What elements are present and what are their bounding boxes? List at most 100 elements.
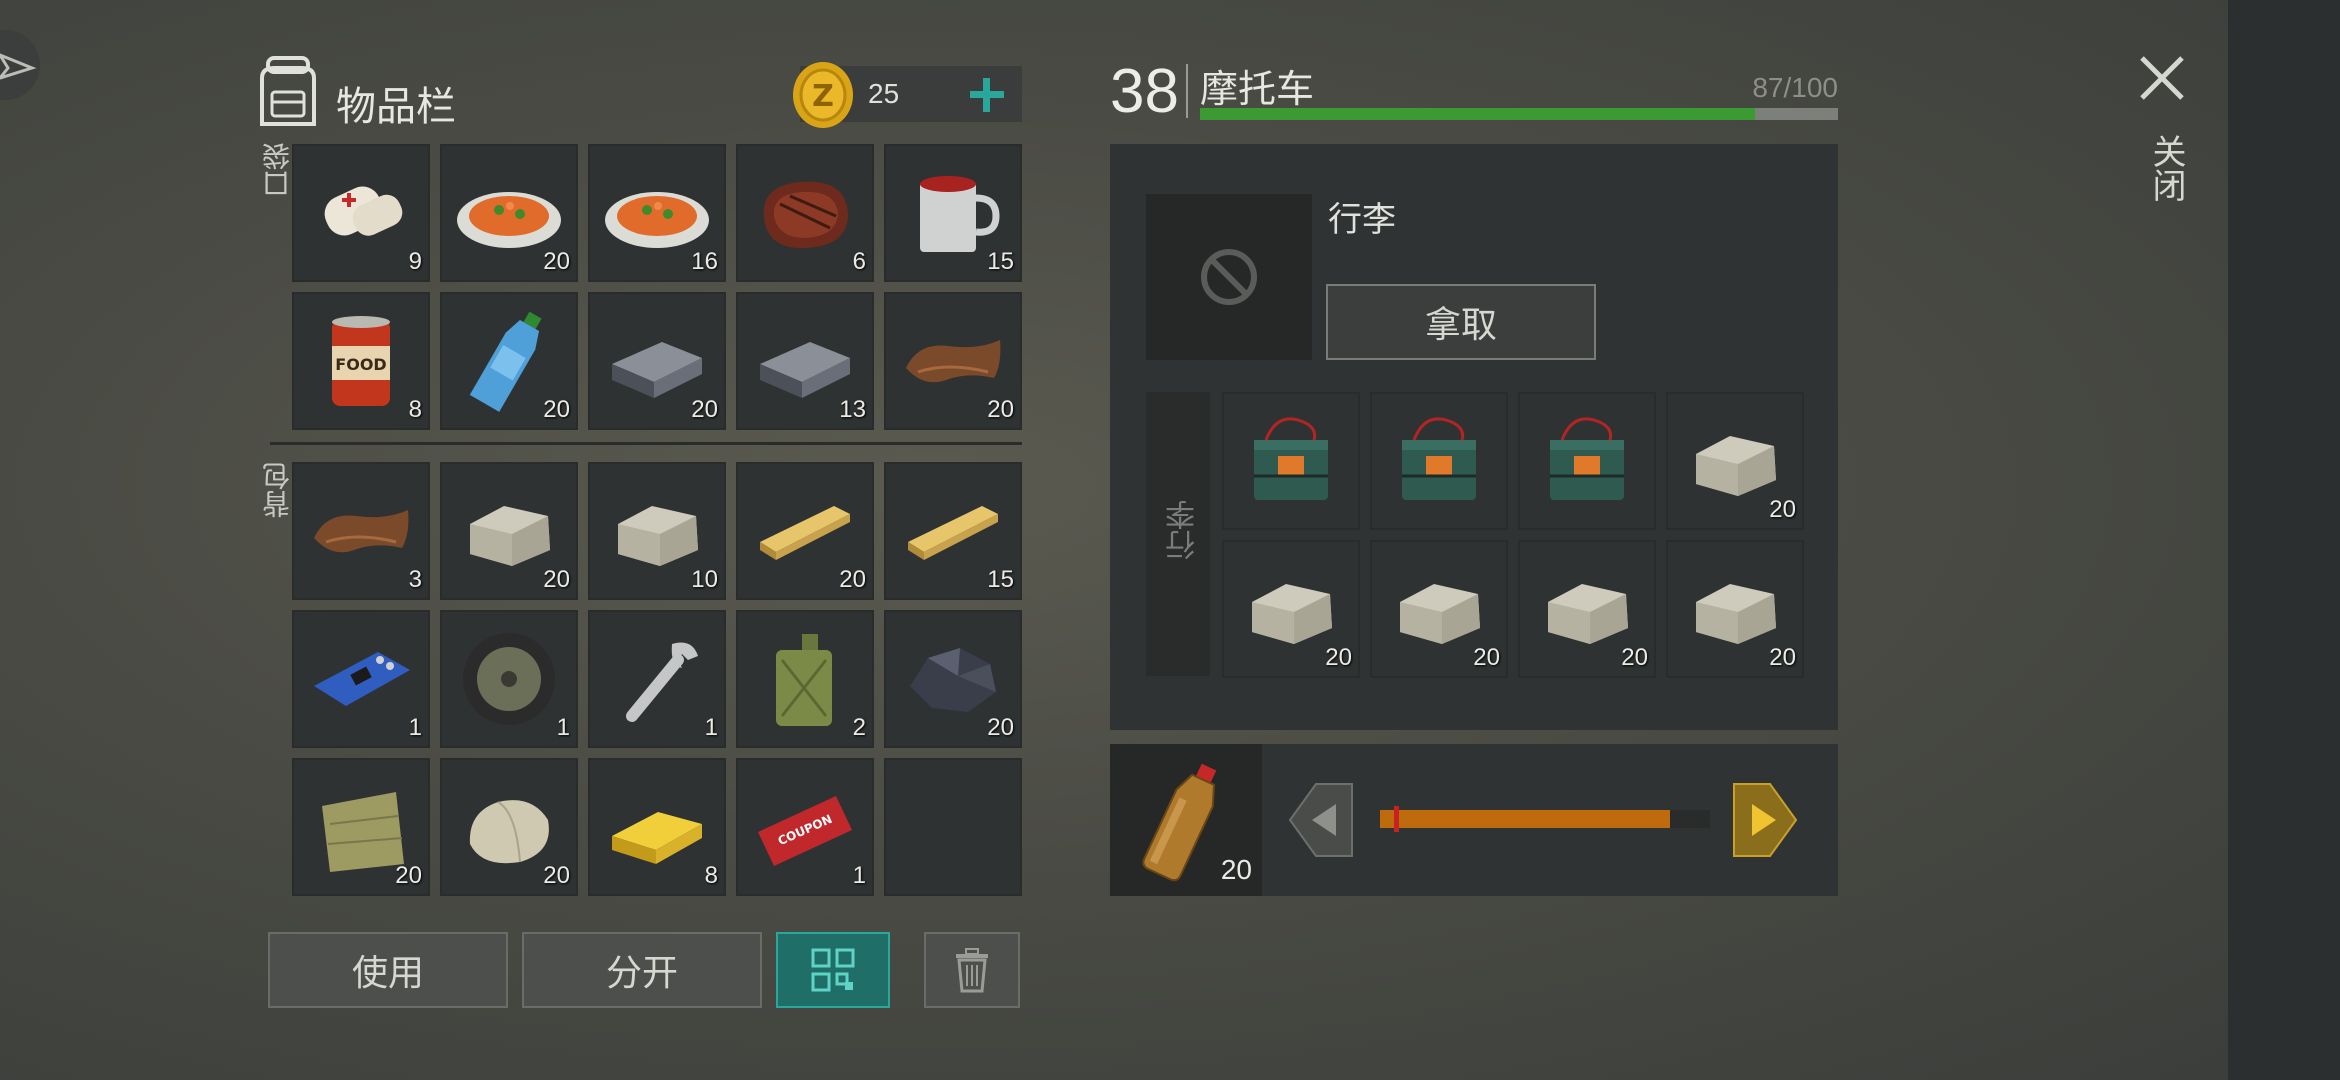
backpack-slot[interactable]: 10 — [588, 462, 726, 600]
close-label[interactable]: 关闭 — [2142, 134, 2191, 202]
luggage-title: 行李 — [1328, 200, 1396, 240]
item-quantity: 20 — [395, 862, 422, 889]
durability-text: 87/100 — [1752, 72, 1838, 103]
fuel-level-bar — [1380, 806, 1710, 832]
steak-icon — [763, 181, 848, 249]
pocket-slot[interactable]: 15 — [884, 144, 1022, 282]
backpack-slot[interactable]: 3 — [292, 462, 430, 600]
pocket-slot[interactable]: 20 — [440, 292, 578, 430]
circuit-board-icon — [314, 652, 410, 706]
take-button[interactable]: 拿取 — [1326, 284, 1596, 360]
arrow-left-button[interactable] — [1286, 780, 1356, 860]
add-coins-button[interactable] — [966, 74, 1008, 116]
durability-bar — [1200, 108, 1838, 120]
battery-icon — [1550, 417, 1624, 500]
item-quantity: 20 — [987, 396, 1014, 423]
share-button[interactable] — [0, 30, 40, 100]
pocket-slot[interactable]: 20 — [884, 292, 1022, 430]
luggage-side-label: 行李 — [1166, 500, 1201, 560]
pocket-slot[interactable]: 13 — [736, 292, 874, 430]
durability-fill — [1200, 108, 1756, 120]
pocket-slot[interactable]: 20 — [588, 292, 726, 430]
luggage-slot[interactable] — [1370, 392, 1508, 530]
item-quantity: 20 — [543, 248, 570, 275]
item-quantity: 16 — [691, 248, 718, 275]
luggage-slot[interactable] — [1518, 392, 1656, 530]
backpack-slot[interactable]: 20 — [884, 610, 1022, 748]
fuel-item-slot[interactable]: 20 — [1110, 744, 1262, 896]
item-quantity: 6 — [852, 248, 866, 275]
luggage-slot[interactable]: 20 — [1666, 392, 1804, 530]
backpack-slot[interactable]: 20 — [440, 758, 578, 896]
leather-icon — [314, 510, 409, 553]
backpack-slot[interactable]: 8 — [588, 758, 726, 896]
item-quantity: 20 — [1473, 644, 1500, 671]
wheel-icon — [463, 633, 555, 725]
backpack-slot[interactable]: 20 — [292, 758, 430, 896]
luggage-slot[interactable]: 20 — [1222, 540, 1360, 678]
backpack-icon — [260, 56, 316, 126]
sort-grid-button[interactable] — [776, 932, 890, 1008]
coin-display: Z 25 — [793, 62, 1022, 128]
delete-button[interactable] — [924, 932, 1020, 1008]
pocket-slot[interactable]: FOOD 8 — [292, 292, 430, 430]
item-quantity: 3 — [408, 566, 422, 593]
vehicle-name: 摩托车 — [1200, 67, 1315, 111]
close-icon[interactable] — [2136, 52, 2188, 104]
backpack-slot[interactable]: 20 — [440, 462, 578, 600]
item-quantity: 8 — [408, 396, 422, 423]
fuel-marker — [1394, 806, 1399, 832]
canned-food-icon: FOOD — [332, 316, 390, 406]
backpack-slot[interactable]: 20 — [736, 462, 874, 600]
send-icon — [0, 53, 37, 80]
backpack-slot[interactable]: 1 — [292, 610, 430, 748]
fuel-item-qty: 20 — [1220, 854, 1252, 885]
fuel-level-fill — [1380, 810, 1671, 828]
item-quantity: 1 — [852, 862, 866, 889]
pocket-slot[interactable]: 9 — [292, 144, 430, 282]
use-button[interactable]: 使用 — [268, 932, 508, 1008]
section-divider — [270, 442, 1022, 445]
backpack-slot[interactable]: 15 — [884, 462, 1022, 600]
pocket-slot[interactable]: 6 — [736, 144, 874, 282]
luggage-slot[interactable]: 20 — [1370, 540, 1508, 678]
pocket-slot[interactable]: 20 — [440, 144, 578, 282]
coin-count: 25 — [868, 78, 900, 109]
item-quantity: 20 — [1769, 496, 1796, 523]
item-quantity: 20 — [543, 862, 570, 889]
backpack-slot[interactable]: 1 — [588, 610, 726, 748]
backpack-slot[interactable]: 2 — [736, 610, 874, 748]
trash-icon — [956, 948, 988, 993]
backpack-slot[interactable] — [884, 758, 1022, 896]
item-quantity: 20 — [543, 566, 570, 593]
item-quantity: 1 — [704, 714, 718, 741]
no-item-icon — [1201, 249, 1257, 305]
arrow-right-button[interactable] — [1730, 780, 1800, 860]
item-quantity: 15 — [987, 566, 1014, 593]
bandage-icon — [324, 186, 403, 236]
luggage-slot[interactable] — [1222, 392, 1360, 530]
item-quantity: 20 — [1325, 644, 1352, 671]
item-quantity: 9 — [408, 248, 422, 275]
luggage-slot[interactable]: 20 — [1518, 540, 1656, 678]
item-quantity: 20 — [839, 566, 866, 593]
item-quantity: 10 — [691, 566, 718, 593]
header-separator — [1186, 64, 1188, 118]
split-button[interactable]: 分开 — [522, 932, 762, 1008]
svg-text:FOOD: FOOD — [335, 355, 386, 374]
item-quantity: 20 — [1769, 644, 1796, 671]
inventory-header: 物品栏 Z 25 — [254, 52, 1024, 132]
item-quantity: 13 — [839, 396, 866, 423]
item-quantity: 8 — [704, 862, 718, 889]
pocket-slot[interactable]: 16 — [588, 144, 726, 282]
backpack-slot[interactable]: 1 — [440, 610, 578, 748]
vehicle-level: 38 — [1110, 57, 1179, 126]
item-quantity: 20 — [691, 396, 718, 423]
item-quantity: 20 — [543, 396, 570, 423]
jerrycan-icon — [776, 634, 832, 726]
luggage-slot[interactable]: 20 — [1666, 540, 1804, 678]
battery-icon — [1254, 417, 1328, 500]
backpack-slot[interactable]: COUPON 1 — [736, 758, 874, 896]
coupon-icon: COUPON — [758, 796, 852, 866]
right-sidebar — [2228, 0, 2340, 1080]
